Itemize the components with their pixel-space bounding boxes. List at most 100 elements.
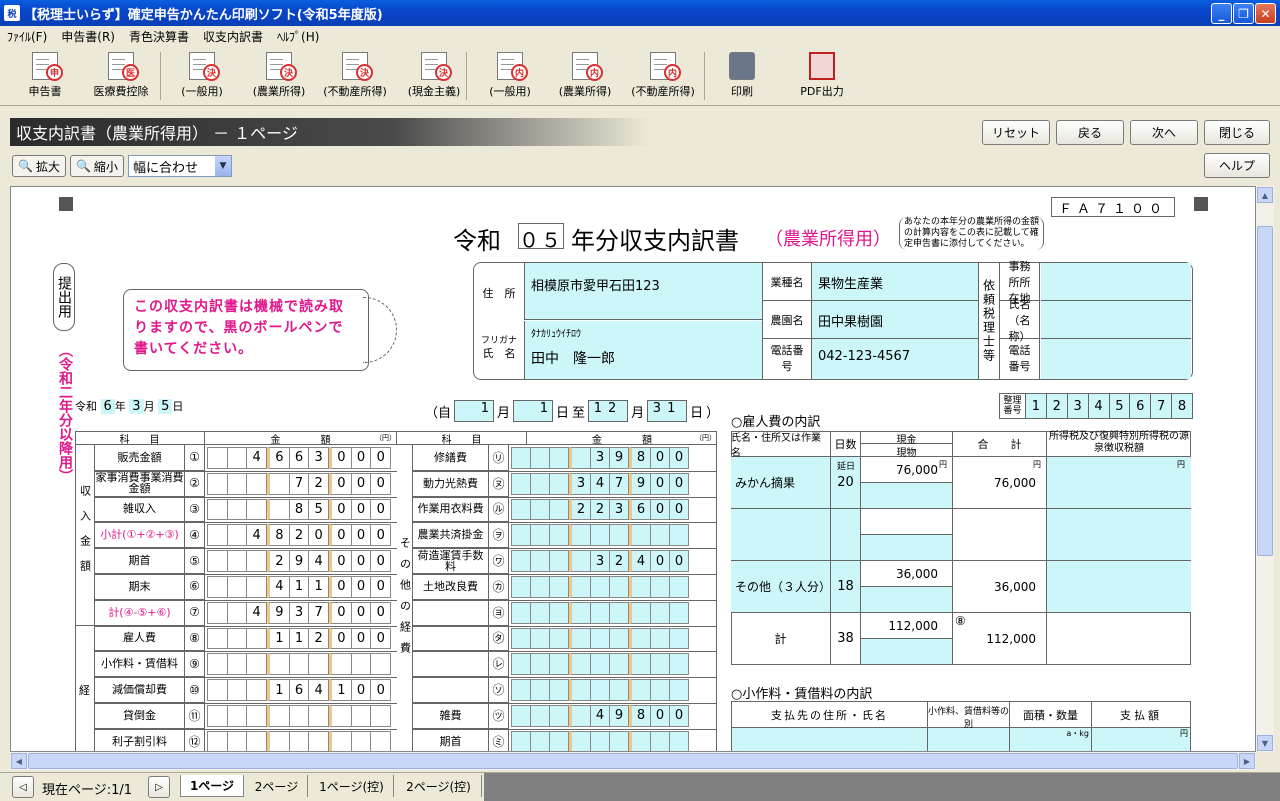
seiri-digit[interactable]: 7 (1151, 394, 1173, 418)
koyo-tax[interactable] (1047, 613, 1191, 665)
address-field[interactable]: 相模原市愛甲石田123 (524, 263, 762, 320)
zoom-in-button[interactable]: 🔍 拡大 (12, 155, 66, 177)
income-amount-field[interactable]: 4663000 (207, 447, 392, 469)
toolbar-button-0[interactable]: 申申告書 (20, 52, 70, 102)
expense-amount-field[interactable] (511, 679, 689, 701)
tab-page2-copy[interactable]: 2ページ(控) (396, 775, 482, 797)
koyo-tax[interactable] (1047, 509, 1191, 561)
expense-amount-field[interactable] (511, 653, 689, 676)
toolbar-button-8[interactable]: 内 (不動産所得) (628, 52, 698, 102)
tax-accountant-fields[interactable] (1041, 263, 1191, 379)
minimize-button[interactable]: _ (1211, 3, 1232, 24)
horizontal-scrollbar[interactable]: ◀ ▶ (10, 752, 1256, 770)
reset-button[interactable]: リセット (982, 120, 1050, 145)
period-from-day[interactable]: 1 (513, 400, 554, 422)
seiri-digit[interactable]: 8 (1172, 394, 1192, 418)
koyo-name[interactable]: みかん摘果 (731, 457, 831, 509)
koyo-goods[interactable] (861, 535, 953, 561)
koyo-name[interactable] (731, 509, 831, 561)
koyo-name[interactable]: 計 (731, 613, 831, 665)
prev-page-button[interactable]: ◁ (12, 776, 34, 798)
koyo-total[interactable]: 36,000 (953, 561, 1047, 613)
toolbar-button-5[interactable]: 決 (現金主義) (402, 52, 466, 102)
income-amount-field[interactable]: 112000 (207, 627, 392, 650)
restore-button[interactable]: ❐ (1233, 3, 1254, 24)
expense-amount-field[interactable]: 39800 (511, 447, 689, 469)
kosaku-cell[interactable] (928, 728, 1010, 751)
back-button[interactable]: 戻る (1056, 120, 1124, 145)
period-from-month[interactable]: 1 (454, 400, 495, 422)
business-type-field[interactable]: 果物生産業 (812, 263, 978, 301)
koyo-cash[interactable] (861, 509, 953, 535)
koyo-tax[interactable] (1047, 561, 1191, 613)
zoom-select[interactable]: 幅に合わせ ▼ (127, 155, 232, 177)
close-window-button[interactable]: ✕ (1255, 3, 1276, 24)
scroll-right-icon[interactable]: ▶ (1239, 753, 1255, 769)
koyo-total[interactable] (953, 509, 1047, 561)
toolbar-button-2[interactable]: 決 (一般用) (176, 52, 228, 102)
date-year[interactable]: 6 (100, 399, 115, 414)
expense-amount-field[interactable]: 32400 (511, 550, 689, 572)
income-amount-field[interactable]: 72000 (207, 472, 392, 495)
expense-amount-field[interactable] (511, 730, 689, 751)
koyo-cash[interactable]: 36,000 (861, 561, 953, 587)
income-amount-field[interactable] (207, 653, 392, 676)
toolbar-button-6[interactable]: 内 (一般用) (484, 52, 536, 102)
date-month[interactable]: 3 (129, 399, 144, 414)
expense-amount-field[interactable] (511, 576, 689, 598)
tab-page2[interactable]: 2ページ (246, 775, 308, 797)
income-amount-field[interactable]: 85000 (207, 498, 392, 521)
seiri-digit[interactable]: 4 (1088, 394, 1110, 418)
koyo-goods[interactable] (861, 483, 953, 509)
koyo-goods[interactable] (861, 639, 953, 665)
tab-page1-copy[interactable]: 1ページ(控) (310, 775, 394, 797)
vertical-scrollbar[interactable]: ▲ ▼ (1256, 186, 1274, 752)
toolbar-button-4[interactable]: 決 (不動産所得) (320, 52, 390, 102)
period-to-day[interactable]: 31 (647, 400, 688, 422)
koyo-days[interactable] (831, 509, 861, 561)
toolbar-button-7[interactable]: 内 (農業所得) (556, 52, 614, 102)
toolbar-button-10[interactable]: PDF出力 (792, 52, 852, 102)
kosaku-unit[interactable]: a・kg (1010, 728, 1092, 751)
seiri-digit[interactable]: 2 (1046, 394, 1068, 418)
income-amount-field[interactable]: 4937000 (207, 601, 392, 624)
koyo-goods[interactable] (861, 587, 953, 613)
expense-amount-field[interactable] (511, 601, 689, 624)
scroll-down-icon[interactable]: ▼ (1257, 735, 1273, 751)
kosaku-yen[interactable]: 円 (1092, 728, 1190, 751)
toolbar-button-3[interactable]: 決 (農業所得) (250, 52, 308, 102)
menu-aoiro[interactable]: 青色決算書 (122, 28, 196, 45)
date-day[interactable]: 5 (158, 399, 173, 414)
menu-file[interactable]: ﾌｧｲﾙ(F) (0, 28, 54, 45)
vertical-scroll-thumb[interactable] (1257, 226, 1273, 556)
koyo-total[interactable]: 112,000 (953, 613, 1047, 665)
seiri-digit[interactable]: 6 (1130, 394, 1152, 418)
income-amount-field[interactable] (207, 705, 392, 727)
expense-amount-field[interactable]: 347900 (511, 472, 689, 495)
koyo-days[interactable]: 38 (831, 613, 861, 665)
farm-field[interactable]: 田中果樹園 (812, 301, 978, 339)
scroll-up-icon[interactable]: ▲ (1257, 187, 1273, 203)
name-field[interactable]: ﾀﾅｶﾘｭｳｲﾁﾛｳ 田中 隆一郎 (524, 321, 762, 379)
expense-amount-field[interactable] (511, 524, 689, 547)
toolbar-button-9[interactable]: 印刷 (720, 52, 764, 102)
toolbar-button-1[interactable]: 医医療費控除 (88, 52, 154, 102)
zoom-out-button[interactable]: 🔍 縮小 (69, 155, 124, 177)
menu-help[interactable]: ﾍﾙﾌﾟ(H) (270, 28, 326, 45)
income-amount-field[interactable]: 4820000 (207, 524, 392, 547)
phone-field[interactable]: 042-123-4567 (812, 339, 978, 377)
koyo-cash[interactable]: 112,000 (861, 613, 953, 639)
seiri-digit[interactable]: 5 (1109, 394, 1131, 418)
period-to-month[interactable]: 12 (588, 400, 629, 422)
seiri-digit[interactable]: 1 (1026, 394, 1047, 418)
menu-shushi[interactable]: 収支内訳書 (196, 28, 270, 45)
koyo-tax[interactable] (1047, 457, 1191, 509)
year-box[interactable]: ０５ (518, 223, 564, 252)
expense-amount-field[interactable]: 223600 (511, 498, 689, 521)
income-amount-field[interactable]: 164100 (207, 679, 392, 701)
tab-page1[interactable]: 1ページ (180, 775, 244, 797)
koyo-days[interactable]: 18 (831, 561, 861, 613)
help-button[interactable]: ヘルプ (1204, 153, 1270, 178)
koyo-name[interactable]: その他（３人分） (731, 561, 831, 613)
expense-amount-field[interactable]: 49800 (511, 705, 689, 727)
